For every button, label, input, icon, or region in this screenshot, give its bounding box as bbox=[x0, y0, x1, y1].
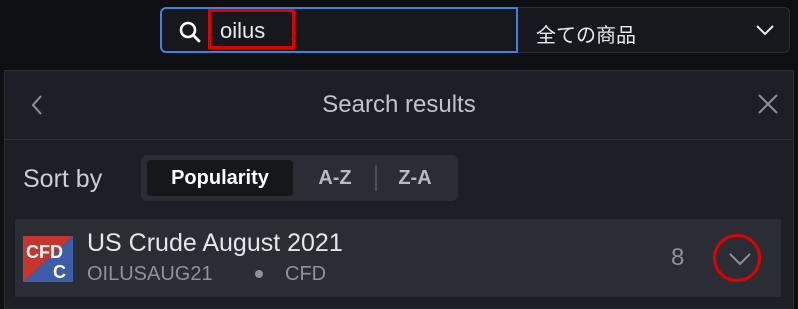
cfd-logo-bottom-text: C bbox=[53, 262, 66, 282]
sort-a-z-button[interactable]: A-Z bbox=[303, 160, 367, 196]
search-results-panel: Search results Sort by Popularity A-Z Z-… bbox=[4, 70, 794, 309]
expand-highlight-circle bbox=[713, 234, 761, 282]
sort-separator bbox=[375, 165, 377, 191]
search-icon bbox=[179, 21, 201, 43]
close-icon[interactable] bbox=[757, 93, 779, 115]
top-bar: 全ての商品 bbox=[0, 0, 798, 70]
separator-dot bbox=[255, 270, 263, 278]
result-symbol: OILUSAUG21 bbox=[87, 263, 213, 285]
chevron-down-icon bbox=[756, 25, 774, 36]
panel-title: Search results bbox=[322, 91, 476, 118]
sort-popularity-button[interactable]: Popularity bbox=[147, 160, 293, 196]
cfd-logo-top-text: CFD bbox=[26, 242, 63, 262]
sort-label: Sort by bbox=[23, 165, 103, 193]
result-count: 8 bbox=[671, 244, 685, 271]
cfd-logo-icon: CFD C bbox=[23, 236, 73, 282]
sort-z-a-button[interactable]: Z-A bbox=[383, 160, 447, 196]
search-text-highlight bbox=[208, 9, 295, 49]
category-select-value: 全ての商品 bbox=[536, 25, 636, 47]
category-select[interactable]: 全ての商品 bbox=[518, 7, 790, 53]
sort-row: Sort by Popularity A-Z Z-A bbox=[5, 155, 793, 203]
panel-header: Search results bbox=[5, 71, 793, 140]
result-name: US Crude August 2021 bbox=[87, 229, 343, 257]
result-type: CFD bbox=[285, 263, 327, 285]
result-row[interactable]: CFD C US Crude August 2021 OILUSAUG21 CF… bbox=[15, 219, 781, 297]
sort-options: Popularity A-Z Z-A bbox=[141, 155, 458, 201]
